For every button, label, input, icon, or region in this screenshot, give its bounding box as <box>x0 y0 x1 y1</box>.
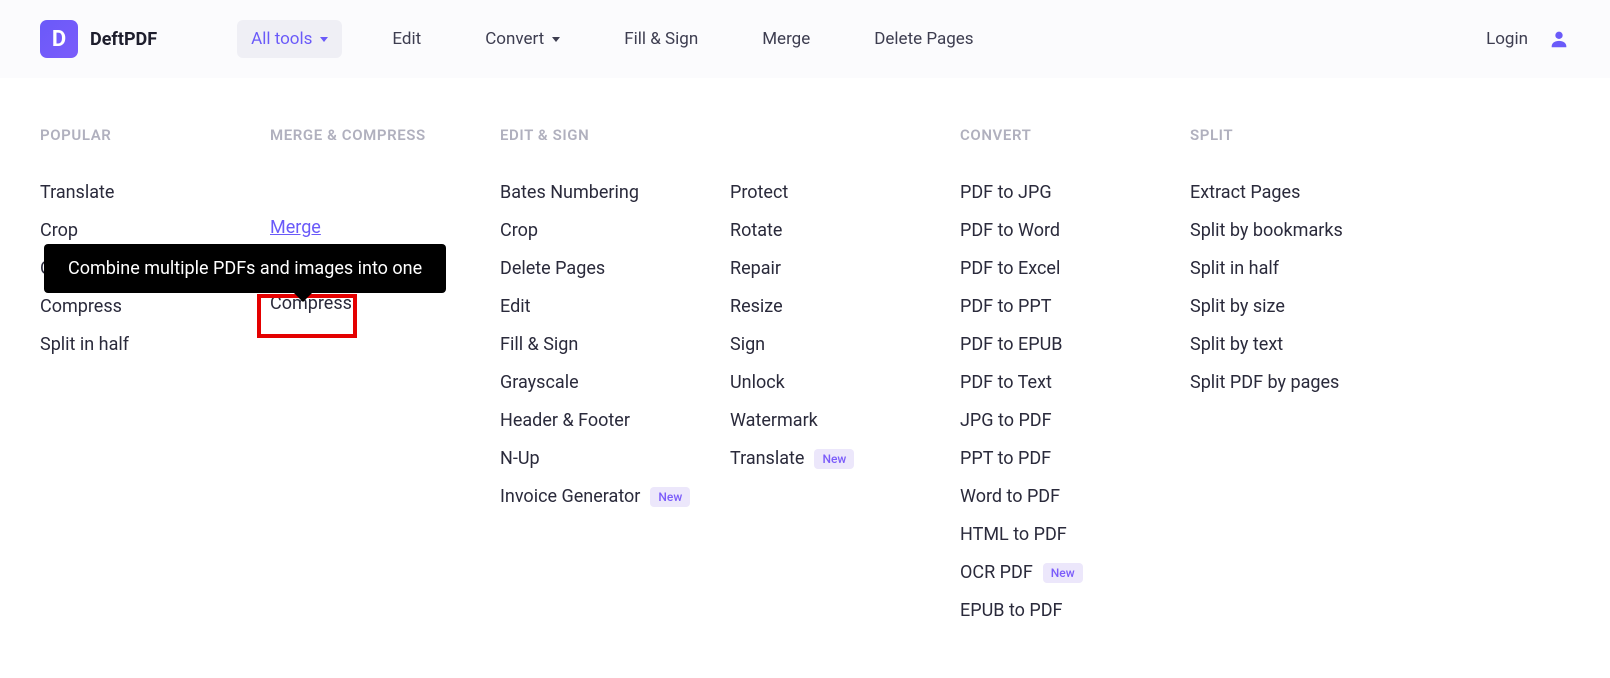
edit-sign-unlock[interactable]: Unlock <box>730 372 960 393</box>
new-badge: New <box>650 487 690 507</box>
popular-crop[interactable]: Crop <box>40 220 270 241</box>
nav-delete-pages[interactable]: Delete Pages <box>860 20 987 58</box>
edit-sign-resize[interactable]: Resize <box>730 296 960 317</box>
col-popular: POPULAR Translate Crop OCR PDF Compress … <box>40 126 270 638</box>
brand[interactable]: D DeftPDF <box>40 20 157 58</box>
edit-sign-bates[interactable]: Bates Numbering <box>500 182 730 203</box>
col-edit-sign-a: EDIT & SIGN Bates Numbering Crop Delete … <box>500 126 730 638</box>
col-merge-compress: MERGE & COMPRESS Merge Combine & Reorder… <box>270 126 500 638</box>
col-convert: CONVERT PDF to JPG PDF to Word PDF to Ex… <box>960 126 1190 638</box>
chevron-down-icon <box>320 37 328 42</box>
nav-all-tools-label: All tools <box>251 29 312 49</box>
nav-convert[interactable]: Convert <box>471 20 574 58</box>
topbar: D DeftPDF All tools Edit Convert Fill & … <box>0 0 1610 78</box>
topbar-right: Login <box>1486 28 1570 50</box>
edit-sign-grayscale[interactable]: Grayscale <box>500 372 730 393</box>
split-in-half[interactable]: Split in half <box>1190 258 1420 279</box>
merge-compress-merge[interactable]: Merge <box>270 217 500 238</box>
split-by-bookmarks[interactable]: Split by bookmarks <box>1190 220 1420 241</box>
convert-word-pdf[interactable]: Word to PDF <box>960 486 1190 507</box>
convert-jpg-pdf[interactable]: JPG to PDF <box>960 410 1190 431</box>
convert-ppt-pdf[interactable]: PPT to PDF <box>960 448 1190 469</box>
merge-tooltip: Combine multiple PDFs and images into on… <box>44 244 446 293</box>
heading-edit-sign: EDIT & SIGN <box>500 126 730 144</box>
convert-pdf-text[interactable]: PDF to Text <box>960 372 1190 393</box>
convert-pdf-excel[interactable]: PDF to Excel <box>960 258 1190 279</box>
convert-pdf-ppt[interactable]: PDF to PPT <box>960 296 1190 317</box>
brand-logo-icon: D <box>40 20 78 58</box>
convert-html-pdf[interactable]: HTML to PDF <box>960 524 1190 545</box>
new-badge: New <box>814 449 854 469</box>
popular-split-in-half[interactable]: Split in half <box>40 334 270 355</box>
convert-pdf-epub[interactable]: PDF to EPUB <box>960 334 1190 355</box>
chevron-down-icon <box>552 37 560 42</box>
main-nav: All tools Edit Convert Fill & Sign Merge… <box>237 20 987 58</box>
new-badge: New <box>1043 563 1083 583</box>
convert-pdf-jpg[interactable]: PDF to JPG <box>960 182 1190 203</box>
heading-convert: CONVERT <box>960 126 1190 144</box>
col-split: SPLIT Extract Pages Split by bookmarks S… <box>1190 126 1420 638</box>
edit-sign-invoice-generator[interactable]: Invoice Generator New <box>500 486 730 507</box>
brand-name: DeftPDF <box>90 29 157 50</box>
nav-all-tools[interactable]: All tools <box>237 20 342 58</box>
mega-menu: Combine multiple PDFs and images into on… <box>0 78 1610 678</box>
edit-sign-protect[interactable]: Protect <box>730 182 960 203</box>
login-link[interactable]: Login <box>1486 29 1528 49</box>
user-icon[interactable] <box>1548 28 1570 50</box>
invoice-generator-label: Invoice Generator <box>500 486 640 507</box>
edit-sign-fill-sign[interactable]: Fill & Sign <box>500 334 730 355</box>
split-by-size[interactable]: Split by size <box>1190 296 1420 317</box>
convert-epub-pdf[interactable]: EPUB to PDF <box>960 600 1190 621</box>
edit-sign-repair[interactable]: Repair <box>730 258 960 279</box>
split-by-text[interactable]: Split by text <box>1190 334 1420 355</box>
heading-merge-compress: MERGE & COMPRESS <box>270 126 500 144</box>
edit-sign-watermark[interactable]: Watermark <box>730 410 960 431</box>
edit-sign-edit[interactable]: Edit <box>500 296 730 317</box>
edit-sign-n-up[interactable]: N-Up <box>500 448 730 469</box>
ocr-pdf-label: OCR PDF <box>960 562 1033 583</box>
split-by-pages[interactable]: Split PDF by pages <box>1190 372 1420 393</box>
merge-link[interactable]: Merge <box>270 217 321 238</box>
edit-sign-translate[interactable]: Translate New <box>730 448 960 469</box>
nav-merge[interactable]: Merge <box>748 20 824 58</box>
convert-ocr-pdf[interactable]: OCR PDF New <box>960 562 1190 583</box>
translate-label: Translate <box>730 448 804 469</box>
convert-pdf-word[interactable]: PDF to Word <box>960 220 1190 241</box>
nav-convert-label: Convert <box>485 29 544 49</box>
edit-sign-crop[interactable]: Crop <box>500 220 730 241</box>
edit-sign-header-footer[interactable]: Header & Footer <box>500 410 730 431</box>
heading-edit-sign-spacer <box>730 126 960 144</box>
edit-sign-rotate[interactable]: Rotate <box>730 220 960 241</box>
edit-sign-delete-pages[interactable]: Delete Pages <box>500 258 730 279</box>
heading-split: SPLIT <box>1190 126 1420 144</box>
nav-fill-sign[interactable]: Fill & Sign <box>610 20 712 58</box>
heading-popular: POPULAR <box>40 126 270 144</box>
popular-translate[interactable]: Translate <box>40 182 270 203</box>
nav-edit[interactable]: Edit <box>378 20 435 58</box>
edit-sign-sign[interactable]: Sign <box>730 334 960 355</box>
col-edit-sign-b: Protect Rotate Repair Resize Sign Unlock… <box>730 126 960 638</box>
split-extract-pages[interactable]: Extract Pages <box>1190 182 1420 203</box>
popular-compress[interactable]: Compress <box>40 296 270 317</box>
